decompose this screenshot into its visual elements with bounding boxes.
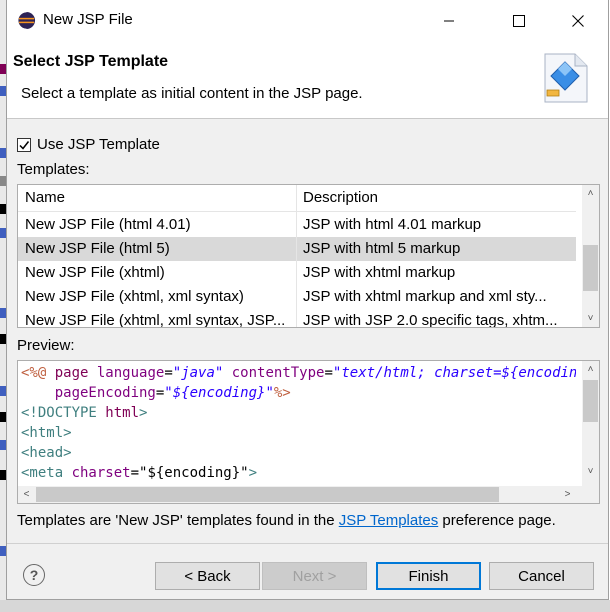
code-token: <meta (21, 465, 72, 481)
scrollbar-thumb[interactable] (583, 245, 598, 291)
templates-info-text: Templates are 'New JSP' templates found … (17, 512, 556, 529)
preview-label: Preview: (17, 337, 75, 354)
window-title: New JSP File (43, 11, 133, 28)
use-jsp-template-label: Use JSP Template (37, 136, 160, 153)
page-title: Select JSP Template (13, 53, 169, 70)
scroll-left-arrow-icon[interactable]: < (18, 486, 35, 503)
code-token: "text/html; charset=${encoding}" (332, 365, 576, 381)
scrollbar-thumb[interactable] (36, 487, 499, 502)
scroll-up-arrow-icon[interactable]: ˄ (582, 185, 599, 202)
template-name: New JSP File (xhtml, xml syntax) (25, 288, 244, 305)
template-description: JSP with xhtml markup (303, 264, 456, 281)
code-token: page (54, 365, 97, 381)
template-name: New JSP File (xhtml) (25, 264, 165, 281)
code-token: "java" (172, 365, 224, 381)
close-button[interactable] (555, 0, 601, 42)
code-token: <head> (21, 445, 72, 461)
column-divider[interactable] (296, 185, 297, 327)
cancel-button[interactable]: Cancel (489, 562, 594, 590)
maximize-button[interactable] (496, 0, 542, 42)
jsp-file-wizard-icon (544, 53, 588, 103)
title-bar[interactable]: New JSP File (7, 0, 608, 42)
preview-vertical-scrollbar[interactable]: ˄ ˅ (582, 361, 599, 488)
preview-code-line: pageEncoding="${encoding}"%> (21, 383, 576, 403)
info-text-before: Templates are 'New JSP' templates found … (17, 512, 339, 529)
scrollbar-thumb[interactable] (583, 380, 598, 422)
jsp-templates-link[interactable]: JSP Templates (339, 512, 439, 529)
finish-button[interactable]: Finish (376, 562, 481, 590)
close-icon (572, 15, 584, 27)
table-row[interactable]: New JSP File (xhtml, xml syntax, JSP... … (18, 309, 576, 328)
maximize-icon (513, 15, 525, 27)
template-name: New JSP File (html 5) (25, 240, 170, 257)
scroll-up-arrow-icon[interactable]: ˄ (582, 361, 599, 378)
scroll-down-arrow-icon[interactable]: ˅ (582, 463, 599, 480)
use-jsp-template-checkbox-row[interactable]: Use JSP Template (17, 136, 160, 153)
new-jsp-file-dialog: New JSP File Select JSP Template Select … (6, 0, 609, 600)
preview-code-line: <head> (21, 443, 576, 463)
code-token: html (105, 405, 140, 421)
template-name: New JSP File (html 4.01) (25, 216, 191, 233)
code-token: contentType (223, 365, 325, 381)
code-token: language (96, 365, 165, 381)
preview-horizontal-scrollbar[interactable]: < > (18, 486, 582, 503)
scrollbar-corner (582, 486, 599, 503)
code-token: ="${encoding}" (130, 465, 249, 481)
code-token: = (164, 365, 173, 381)
code-token: > (139, 405, 148, 421)
preview-code-line: <html> (21, 423, 576, 443)
code-token: > (248, 465, 258, 481)
template-description: JSP with xhtml markup and xml sty... (303, 288, 547, 305)
table-row[interactable]: New JSP File (xhtml) JSP with xhtml mark… (18, 261, 576, 285)
code-token: <%@ (21, 365, 55, 381)
next-button[interactable]: Next > (262, 562, 367, 590)
preview-code-line: <%@ page language="java" contentType="te… (21, 363, 576, 383)
templates-table[interactable]: Name Description New JSP File (html 4.01… (17, 184, 600, 328)
code-token: = (324, 365, 333, 381)
preview-pane[interactable]: <%@ page language="java" contentType="te… (17, 360, 600, 504)
template-name: New JSP File (xhtml, xml syntax, JSP... (25, 312, 286, 328)
code-token: <html> (21, 425, 72, 441)
minimize-button[interactable] (426, 0, 472, 42)
checkmark-icon (19, 140, 30, 150)
scroll-right-arrow-icon[interactable]: > (559, 486, 576, 503)
template-description: JSP with html 4.01 markup (303, 216, 482, 233)
code-token: pageEncoding (21, 385, 156, 401)
preview-code-line: <meta charset="${encoding}"> (21, 463, 576, 483)
table-row[interactable]: New JSP File (xhtml, xml syntax) JSP wit… (18, 285, 576, 309)
code-token: charset (71, 465, 131, 481)
preview-code-line: <!DOCTYPE html> (21, 403, 576, 423)
footer-divider (7, 543, 608, 544)
table-header: Name Description (18, 185, 576, 212)
column-header-description[interactable]: Description (303, 189, 378, 206)
templates-vertical-scrollbar[interactable]: ˄ ˅ (582, 185, 599, 327)
minimize-icon (444, 20, 454, 22)
help-icon[interactable]: ? (23, 564, 45, 586)
column-header-name[interactable]: Name (25, 189, 65, 206)
template-description: JSP with html 5 markup (303, 240, 461, 257)
use-jsp-template-checkbox[interactable] (17, 137, 31, 152)
template-description: JSP with JSP 2.0 specific tags, xhtm... (303, 312, 558, 328)
preview-code: <%@ page language="java" contentType="te… (21, 363, 576, 483)
code-token: %> (273, 385, 291, 401)
table-row-selected[interactable]: New JSP File (html 5) JSP with html 5 ma… (18, 237, 576, 261)
scroll-down-arrow-icon[interactable]: ˅ (582, 310, 599, 327)
code-token: <!DOCTYPE (21, 405, 106, 421)
info-text-after: preference page. (438, 512, 556, 529)
background-editor-strip (0, 600, 610, 612)
eclipse-app-icon (17, 11, 36, 30)
wizard-banner: Select JSP Template Select a template as… (7, 42, 608, 119)
page-description: Select a template as initial content in … (21, 85, 363, 102)
table-row[interactable]: New JSP File (html 4.01) JSP with html 4… (18, 213, 576, 237)
code-token: "${encoding}" (164, 385, 274, 401)
back-button[interactable]: < Back (155, 562, 260, 590)
templates-label: Templates: (17, 161, 90, 178)
